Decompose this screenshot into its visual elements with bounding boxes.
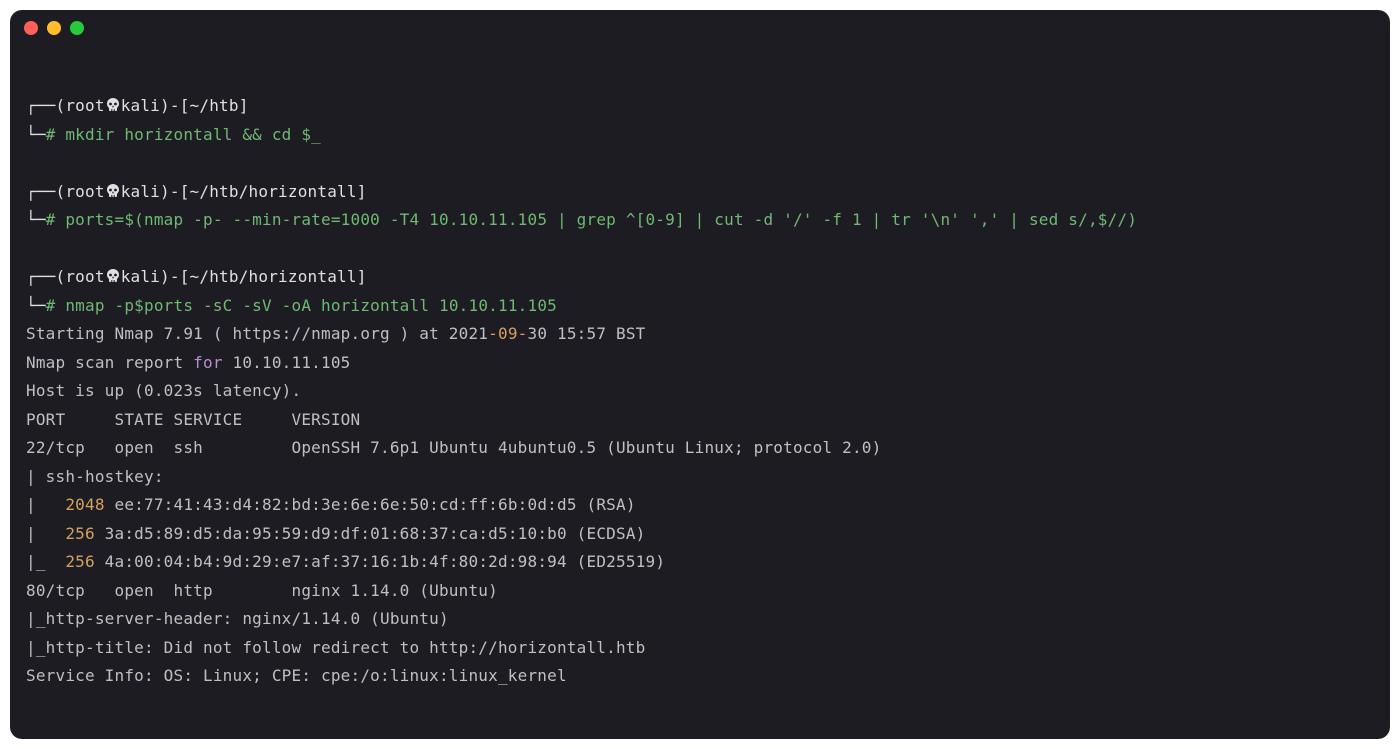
output-line: 80/tcp open http nginx 1.14.0 (Ubuntu)	[26, 577, 1382, 606]
prompt-cwd: ~/htb/horizontall	[190, 267, 357, 286]
output-segment: |_http-server-header: nginx/1.14.0 (Ubun…	[26, 609, 449, 628]
terminal-content[interactable]: ┌──(rootkali)-[~/htb]└─# mkdir horizonta…	[10, 46, 1390, 691]
prompt-line-bottom: └─# mkdir horizontall && cd $_	[26, 121, 1382, 150]
prompt-user: root	[65, 182, 104, 201]
skull-icon	[105, 97, 121, 113]
output-line: |_ 256 4a:00:04:b4:9d:29:e7:af:37:16:1b:…	[26, 548, 1382, 577]
output-segment: 3a:d5:89:d5:da:95:59:d9:df:01:68:37:ca:d…	[95, 524, 646, 543]
output-line: | 256 3a:d5:89:d5:da:95:59:d9:df:01:68:3…	[26, 520, 1382, 549]
prompt-hash: #	[46, 125, 66, 144]
skull-icon	[105, 268, 121, 284]
prompt-line-bottom: └─# ports=$(nmap -p- --min-rate=1000 -T4…	[26, 206, 1382, 235]
output-line: | ssh-hostkey:	[26, 463, 1382, 492]
prompt-hash: #	[46, 296, 66, 315]
output-line: | 2048 ee:77:41:43:d4:82:bd:3e:6e:6e:50:…	[26, 491, 1382, 520]
output-segment: Service Info: OS: Linux; CPE: cpe:/o:lin…	[26, 666, 567, 685]
prompt-corner-bottom: └─	[26, 125, 46, 144]
prompt-dash-bracket: -[	[170, 182, 190, 201]
prompt-corner: ┌──(	[26, 267, 65, 286]
prompt-host: kali	[121, 267, 160, 286]
prompt-dash-bracket: -[	[170, 96, 190, 115]
output-segment: 2048	[65, 495, 104, 514]
output-line: Service Info: OS: Linux; CPE: cpe:/o:lin…	[26, 662, 1382, 691]
prompt-cwd: ~/htb/horizontall	[190, 182, 357, 201]
output-segment: 4a:00:04:b4:9d:29:e7:af:37:16:1b:4f:80:2…	[95, 552, 665, 571]
zoom-icon[interactable]	[70, 21, 84, 35]
prompt-cwd: ~/htb	[190, 96, 239, 115]
prompt-corner-bottom: └─	[26, 296, 46, 315]
output-line: |_http-title: Did not follow redirect to…	[26, 634, 1382, 663]
output-line: Host is up (0.023s latency).	[26, 377, 1382, 406]
output-segment: for	[193, 353, 223, 372]
output-segment: Nmap scan report	[26, 353, 193, 372]
prompt-line-top: ┌──(root kali)-[~/htb]	[26, 92, 1382, 121]
output-segment: PORT STATE SERVICE VERSION	[26, 410, 360, 429]
command-text: ports=$(nmap -p- --min-rate=1000 -T4 10.…	[65, 210, 1137, 229]
output-segment: |_http-title: Did not follow redirect to…	[26, 638, 645, 657]
prompt-line-top: ┌──(root kali)-[~/htb/horizontall]	[26, 263, 1382, 292]
output-line: Nmap scan report for 10.10.11.105	[26, 349, 1382, 378]
prompt-user: root	[65, 267, 104, 286]
command-text: nmap -p$ports -sC -sV -oA horizontall 10…	[65, 296, 557, 315]
prompt-line-top: ┌──(root kali)-[~/htb/horizontall]	[26, 178, 1382, 207]
output-segment: |	[26, 524, 65, 543]
prompt-bracket-close: ]	[239, 96, 249, 115]
terminal-window: ┌──(rootkali)-[~/htb]└─# mkdir horizonta…	[10, 10, 1390, 739]
prompt-dash-bracket: -[	[170, 267, 190, 286]
output-line: Starting Nmap 7.91 ( https://nmap.org ) …	[26, 320, 1382, 349]
output-segment: -09-	[488, 324, 527, 343]
skull-icon	[105, 183, 121, 199]
output-line: |_http-server-header: nginx/1.14.0 (Ubun…	[26, 605, 1382, 634]
titlebar	[10, 10, 1390, 46]
prompt-corner: ┌──(	[26, 182, 65, 201]
output-line: 22/tcp open ssh OpenSSH 7.6p1 Ubuntu 4ub…	[26, 434, 1382, 463]
blank-line	[26, 149, 1382, 178]
minimize-icon[interactable]	[47, 21, 61, 35]
prompt-bracket-close: ]	[357, 182, 367, 201]
prompt-user: root	[65, 96, 104, 115]
prompt-corner-bottom: └─	[26, 210, 46, 229]
output-segment: |	[26, 495, 65, 514]
output-segment: Host is up (0.023s latency).	[26, 381, 301, 400]
output-segment: 22/tcp open ssh OpenSSH 7.6p1 Ubuntu 4ub…	[26, 438, 881, 457]
prompt-host: kali	[121, 182, 160, 201]
prompt-hash: #	[46, 210, 66, 229]
close-icon[interactable]	[24, 21, 38, 35]
output-line: PORT STATE SERVICE VERSION	[26, 406, 1382, 435]
prompt-close-paren: )	[160, 96, 170, 115]
output-segment: ee:77:41:43:d4:82:bd:3e:6e:6e:50:cd:ff:6…	[105, 495, 636, 514]
output-segment: 30 15:57 BST	[528, 324, 646, 343]
output-segment: 10.10.11.105	[223, 353, 351, 372]
prompt-corner: ┌──(	[26, 96, 65, 115]
output-segment: 80/tcp open http nginx 1.14.0 (Ubuntu)	[26, 581, 498, 600]
output-segment: | ssh-hostkey:	[26, 467, 164, 486]
prompt-close-paren: )	[160, 182, 170, 201]
prompt-close-paren: )	[160, 267, 170, 286]
output-segment: Starting Nmap 7.91 ( https://nmap.org ) …	[26, 324, 488, 343]
blank-line	[26, 235, 1382, 264]
output-segment: 256	[65, 552, 95, 571]
output-segment: |_	[26, 552, 65, 571]
prompt-line-bottom: └─# nmap -p$ports -sC -sV -oA horizontal…	[26, 292, 1382, 321]
output-segment: 256	[65, 524, 95, 543]
prompt-bracket-close: ]	[357, 267, 367, 286]
prompt-host: kali	[121, 96, 160, 115]
command-text: mkdir horizontall && cd $_	[65, 125, 321, 144]
